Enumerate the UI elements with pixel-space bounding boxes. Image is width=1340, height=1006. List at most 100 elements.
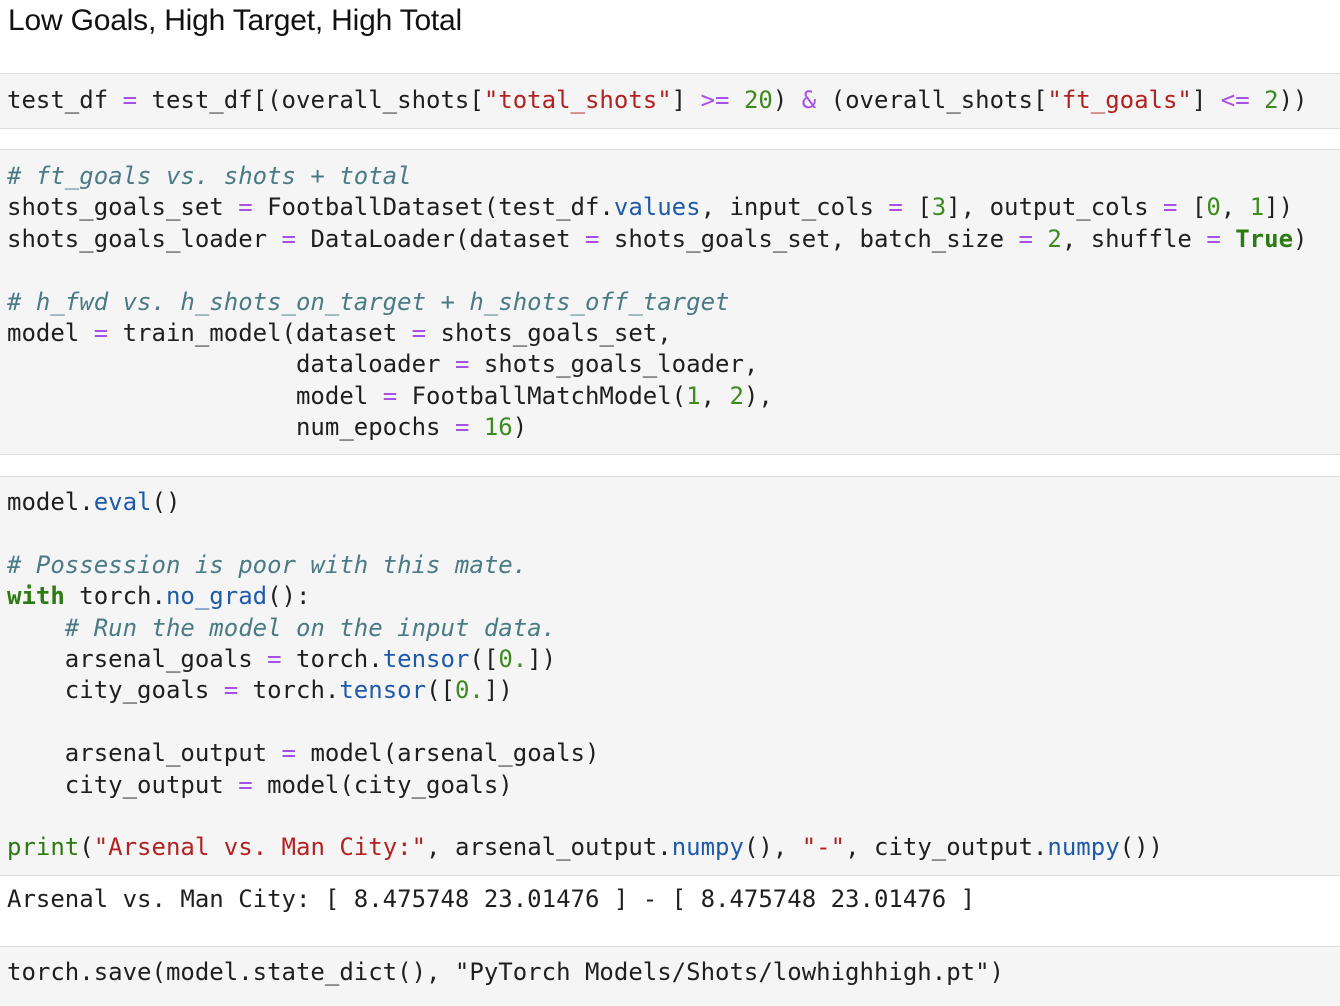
code-text: ])	[483, 676, 513, 705]
code-operator: =	[267, 645, 282, 674]
code-text: torch.	[238, 676, 340, 705]
code-text: ], output_cols	[946, 193, 1163, 222]
code-block[interactable]: model.eval()​# Possession is poor with t…	[0, 487, 1340, 864]
code-text: (	[79, 833, 94, 862]
code-line: model = FootballMatchModel(1, 2),	[7, 381, 1340, 412]
code-line: ​	[7, 518, 1340, 549]
code-text: ])	[1264, 193, 1294, 222]
code-block[interactable]: torch.save(model.state_dict(), "PyTorch …	[0, 957, 1340, 988]
code-line: arsenal_goals = torch.tensor([0.])	[7, 644, 1340, 675]
code-operator: =	[584, 224, 600, 253]
code-line: ​	[7, 707, 1340, 738]
cell-output: Arsenal vs. Man City: [ 8.475748 23.0147…	[0, 876, 1340, 946]
code-operator: =	[93, 319, 109, 348]
code-text: FootballMatchModel(	[397, 381, 687, 410]
code-text: )	[772, 86, 802, 114]
code-text: arsenal_output	[7, 739, 282, 768]
code-line: city_goals = torch.tensor([0.])	[7, 675, 1340, 706]
code-cell-eval[interactable]: model.eval()​# Possession is poor with t…	[0, 476, 1340, 876]
code-operator: =	[382, 381, 398, 410]
code-operator: =	[238, 193, 253, 222]
code-operator: =	[281, 224, 296, 253]
code-comment: # Possession is poor with this mate.	[7, 550, 528, 579]
code-number: 3	[931, 193, 947, 222]
code-line: num_epochs = 16)	[7, 412, 1340, 443]
code-text: shots_goals_set	[7, 193, 239, 222]
code-operator: >=	[700, 86, 730, 114]
code-line: ​	[7, 801, 1340, 832]
code-string: "-"	[801, 833, 846, 862]
code-keyword: True	[1235, 224, 1294, 253]
code-text: )	[512, 413, 528, 442]
code-text: ,	[1220, 193, 1250, 222]
code-operator: =	[238, 770, 253, 799]
code-operator: =	[1018, 224, 1033, 253]
code-line: test_df = test_df[(overall_shots["total_…	[7, 85, 1340, 116]
code-text: ()	[151, 488, 181, 516]
code-operator: =	[223, 676, 239, 705]
code-line: # Run the model on the input data.	[7, 613, 1340, 644]
code-text: model	[7, 319, 94, 348]
code-comment: # h_fwd vs. h_shots_on_target + h_shots_…	[7, 287, 730, 316]
code-line: # ft_goals vs. shots + total	[7, 161, 1340, 192]
code-comment: # ft_goals vs. shots + total	[7, 162, 412, 190]
code-operator: =	[454, 413, 470, 442]
code-text: ),	[743, 381, 773, 410]
code-text: ]	[1191, 86, 1221, 114]
code-operator: =	[281, 739, 296, 768]
code-operator: =	[411, 319, 427, 348]
code-operator: =	[454, 350, 470, 379]
code-text: train_model(dataset	[108, 319, 412, 348]
code-number: 16	[483, 413, 513, 442]
code-text: torch.save(model.state_dict(), "PyTorch …	[7, 958, 1004, 986]
notebook-heading: Low Goals, High Target, High Total	[8, 4, 463, 37]
code-builtin: print	[7, 833, 80, 862]
code-number: 0	[1206, 193, 1221, 222]
code-attribute: values	[613, 193, 701, 222]
code-line: dataloader = shots_goals_loader,	[7, 349, 1340, 380]
code-text: torch.	[64, 582, 166, 611]
code-operator: =	[122, 86, 138, 114]
code-text: (),	[743, 833, 802, 862]
code-operator: =	[888, 193, 903, 222]
code-text: [	[902, 193, 932, 222]
code-cell-save[interactable]: torch.save(model.state_dict(), "PyTorch …	[0, 946, 1340, 1006]
code-text: model	[7, 381, 383, 410]
code-text: )	[1293, 224, 1308, 253]
code-operator: <=	[1220, 86, 1250, 114]
code-line: city_output = model(city_goals)	[7, 770, 1340, 801]
code-text: ))	[1278, 86, 1308, 114]
code-block[interactable]: # ft_goals vs. shots + total shots_goals_…	[0, 161, 1340, 444]
code-text: shots_goals_loader,	[469, 350, 759, 379]
code-text: ([	[469, 645, 499, 674]
code-cell-train[interactable]: # ft_goals vs. shots + total shots_goals_…	[0, 149, 1340, 455]
code-text: model(city_goals)	[252, 770, 513, 799]
code-block[interactable]: test_df = test_df[(overall_shots["total_…	[0, 85, 1340, 116]
code-number: 1	[686, 381, 701, 410]
code-text: shots_goals_set, batch_size	[599, 224, 1019, 253]
code-text: ]	[671, 86, 701, 114]
code-string: "ft_goals"	[1047, 86, 1192, 114]
code-text: ([	[426, 676, 455, 705]
code-cell-filter[interactable]: test_df = test_df[(overall_shots["total_…	[0, 73, 1340, 129]
code-text: , arsenal_output.	[426, 833, 672, 862]
code-line: shots_goals_set = FootballDataset(test_d…	[7, 192, 1340, 223]
code-line: arsenal_output = model(arsenal_goals)	[7, 738, 1340, 769]
code-line: model.eval()	[7, 487, 1340, 518]
code-number: 0.	[454, 676, 484, 705]
code-attribute: eval	[93, 488, 152, 516]
code-text: city_goals	[7, 676, 224, 705]
code-text: test_df[(overall_shots[	[137, 86, 484, 114]
code-number: 2	[1264, 86, 1279, 114]
code-line: ​	[7, 255, 1340, 286]
code-number: 0.	[498, 645, 528, 674]
code-line: torch.save(model.state_dict(), "PyTorch …	[7, 957, 1340, 988]
code-number: 20	[743, 86, 773, 114]
code-number: 2	[1047, 224, 1062, 253]
